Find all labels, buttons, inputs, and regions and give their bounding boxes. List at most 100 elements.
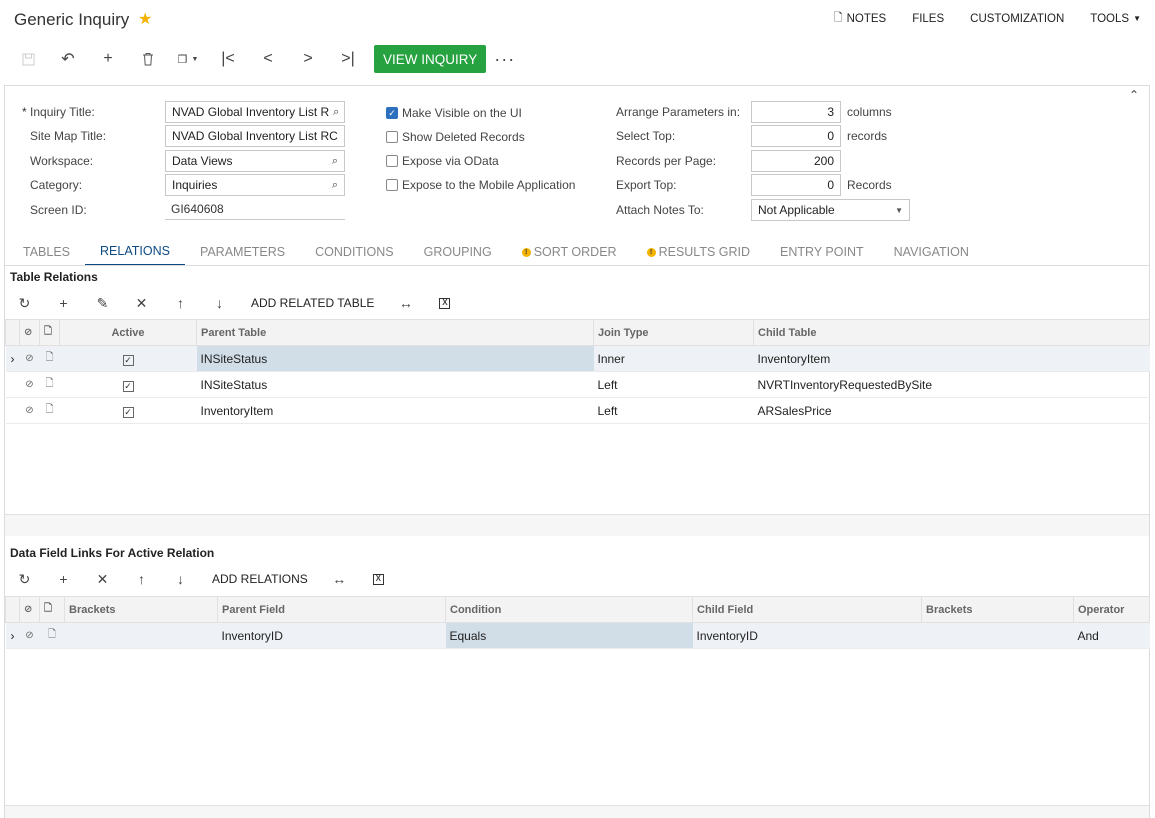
parent-table-cell[interactable]: INSiteStatus [196,371,594,398]
active-column-header[interactable]: Active [59,319,197,346]
child-field-column-header[interactable]: Child Field [692,596,922,623]
active-checkbox[interactable]: ✓ [59,397,197,424]
brackets-open-cell[interactable] [64,622,218,649]
operator-cell[interactable]: And [1073,622,1150,649]
condition-cell[interactable]: Equals [445,622,693,649]
favorite-star-icon[interactable]: ★ [138,9,152,29]
tab-results-grid[interactable]: ! RESULTS GRID [632,238,765,266]
refresh-icon[interactable]: ↻ [5,295,44,312]
join-type-cell[interactable]: Inner [593,345,754,372]
parent-field-column-header[interactable]: Parent Field [217,596,446,623]
table-row[interactable]: ⊘ 🗋 ✓ INSiteStatus Left NVRTInventoryReq… [5,371,1150,398]
save-icon[interactable] [8,44,48,74]
note-icon[interactable]: 🗋 [39,371,60,398]
parent-table-cell[interactable]: INSiteStatus [196,345,594,372]
attachment-icon[interactable]: ⊘ [19,371,40,398]
row-selector[interactable] [5,397,20,424]
tab-grouping[interactable]: GROUPING [409,238,507,266]
child-table-cell[interactable]: NVRTInventoryRequestedBySite [753,371,1150,398]
workspace-input[interactable]: Data Views ⌕ [165,150,345,172]
child-table-column-header[interactable]: Child Table [753,319,1150,346]
attachment-icon[interactable]: ⊘ [19,345,40,372]
table-row[interactable]: › ⊘ 🗋 ✓ INSiteStatus Inner InventoryItem [5,345,1150,372]
site-map-title-input[interactable]: NVAD Global Inventory List RC [165,125,345,147]
notes-link[interactable]: 🗋 NOTES [834,9,886,28]
attach-notes-select[interactable]: Not Applicable ▼ [751,199,910,221]
export-excel-icon[interactable]: X [425,297,464,309]
add-related-table-button[interactable]: ADD RELATED TABLE [239,296,386,310]
last-record-icon[interactable]: >| [328,44,368,74]
search-icon[interactable]: ⌕ [328,155,338,168]
files-link[interactable]: FILES [912,9,944,28]
search-icon[interactable]: ⌕ [328,179,338,192]
expose-odata-checkbox[interactable]: Expose via OData [386,154,499,168]
delete-row-icon[interactable]: ✕ [122,295,161,312]
fit-columns-icon[interactable]: ↔ [386,295,425,311]
category-input[interactable]: Inquiries ⌕ [165,174,345,196]
previous-icon[interactable]: < [248,44,288,74]
move-up-icon[interactable]: ↑ [122,571,161,587]
fit-columns-icon[interactable]: ↔ [320,571,359,587]
join-type-cell[interactable]: Left [593,397,754,424]
export-excel-icon[interactable]: X [359,573,398,585]
condition-column-header[interactable]: Condition [445,596,693,623]
parent-table-column-header[interactable]: Parent Table [196,319,594,346]
arrange-input[interactable]: 3 [751,101,841,123]
tab-entry-point[interactable]: ENTRY POINT [765,238,879,266]
note-icon[interactable]: 🗋 [39,397,60,424]
child-table-cell[interactable]: ARSalesPrice [753,397,1150,424]
move-up-icon[interactable]: ↑ [161,295,200,311]
make-visible-checkbox[interactable]: ✓ Make Visible on the UI [386,106,522,120]
table-row[interactable]: ⊘ 🗋 ✓ InventoryItem Left ARSalesPrice [5,397,1150,424]
inquiry-title-input[interactable]: NVAD Global Inventory List R ⌕ [165,101,345,123]
row-expander-icon[interactable]: › [5,622,20,649]
expose-mobile-checkbox[interactable]: Expose to the Mobile Application [386,178,575,192]
child-field-cell[interactable]: InventoryID [692,622,922,649]
tab-conditions[interactable]: CONDITIONS [300,238,408,266]
move-down-icon[interactable]: ↓ [161,571,200,587]
tab-parameters[interactable]: PARAMETERS [185,238,300,266]
note-icon[interactable]: 🗋 [39,622,65,649]
note-icon[interactable]: 🗋 [39,345,60,372]
view-inquiry-button[interactable]: VIEW INQUIRY [374,45,487,73]
tools-menu[interactable]: TOOLS ▼ [1090,9,1141,28]
export-top-input[interactable]: 0 [751,174,841,196]
attachment-icon[interactable]: ⊘ [19,622,40,649]
active-checkbox[interactable]: ✓ [59,345,197,372]
delete-icon[interactable] [128,44,168,74]
select-top-input[interactable]: 0 [751,125,841,147]
tab-navigation[interactable]: NAVIGATION [879,238,984,266]
first-record-icon[interactable]: |< [208,44,248,74]
collapse-chevron-icon[interactable]: ⌃ [1129,88,1139,102]
join-type-cell[interactable]: Left [593,371,754,398]
table-row[interactable]: › ⊘ 🗋 InventoryID Equals InventoryID And [5,622,1150,649]
attachment-icon[interactable]: ⊘ [19,397,40,424]
tab-tables[interactable]: TABLES [8,238,85,266]
more-icon[interactable]: ··· [494,49,515,70]
brackets-open-column-header[interactable]: Brackets [64,596,218,623]
delete-row-icon[interactable]: ✕ [83,571,122,588]
add-icon[interactable]: + [88,44,128,74]
active-checkbox[interactable]: ✓ [59,371,197,398]
row-selector[interactable] [5,371,20,398]
parent-table-cell[interactable]: InventoryItem [196,397,594,424]
row-expander-icon[interactable]: › [5,345,20,372]
tab-relations[interactable]: RELATIONS [85,238,185,266]
add-row-icon[interactable]: + [44,571,83,587]
tab-sort-order[interactable]: ! SORT ORDER [507,238,632,266]
show-deleted-checkbox[interactable]: Show Deleted Records [386,130,525,144]
edit-icon[interactable]: ✎ [83,295,122,312]
add-relations-button[interactable]: ADD RELATIONS [200,572,320,586]
move-down-icon[interactable]: ↓ [200,295,239,311]
add-row-icon[interactable]: + [44,295,83,311]
next-icon[interactable]: > [288,44,328,74]
brackets-close-column-header[interactable]: Brackets [921,596,1074,623]
records-per-page-input[interactable]: 200 [751,150,841,172]
clipboard-icon[interactable]: ❐ ▼ [168,44,208,74]
customization-link[interactable]: CUSTOMIZATION [970,9,1064,28]
brackets-close-cell[interactable] [921,622,1074,649]
child-table-cell[interactable]: InventoryItem [753,345,1150,372]
refresh-icon[interactable]: ↻ [5,571,44,588]
parent-field-cell[interactable]: InventoryID [217,622,446,649]
search-icon[interactable]: ⌕ [329,106,339,119]
